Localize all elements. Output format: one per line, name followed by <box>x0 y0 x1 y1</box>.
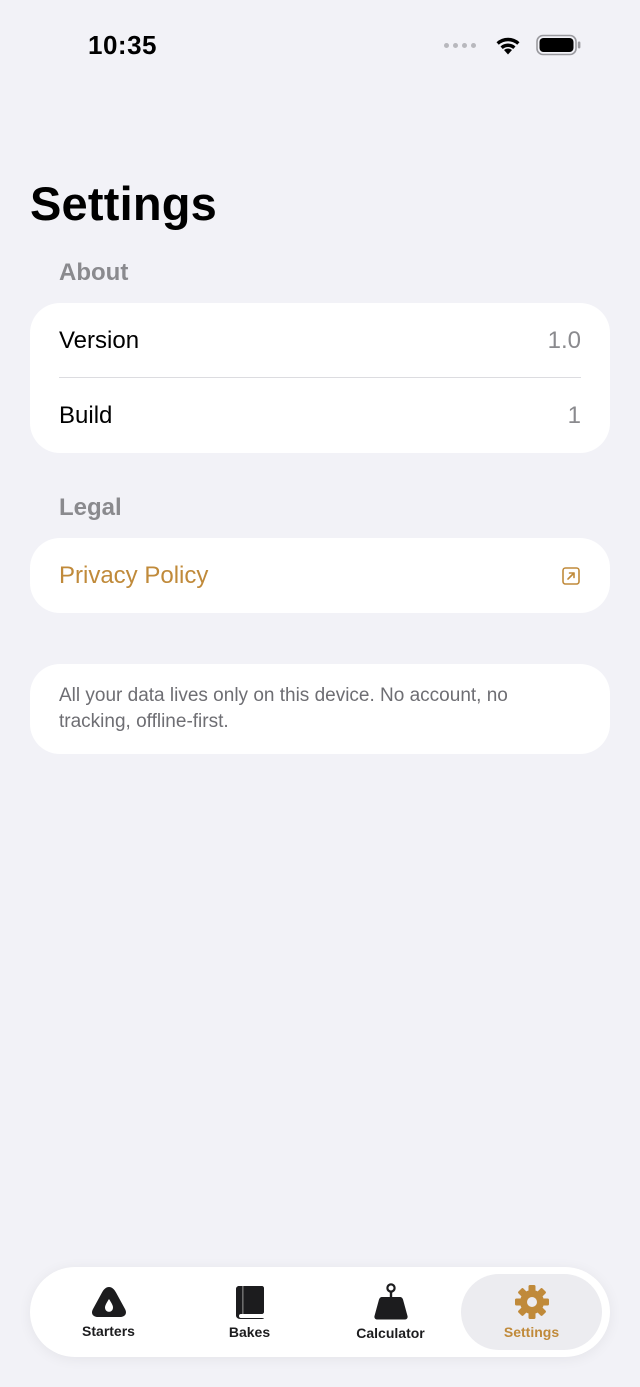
build-value: 1 <box>567 401 581 429</box>
wifi-icon <box>496 37 520 55</box>
tab-calculator-label: Calculator <box>356 1325 425 1341</box>
drop-icon <box>91 1287 126 1317</box>
tab-bakes-label: Bakes <box>228 1324 271 1340</box>
tab-settings[interactable]: Settings <box>461 1274 602 1350</box>
version-value: 1.0 <box>547 326 581 354</box>
about-card: Version 1.0 Build 1 <box>30 303 610 453</box>
book-icon <box>235 1286 264 1319</box>
tab-settings-label: Settings <box>503 1324 560 1340</box>
scale-weight-icon <box>373 1283 408 1320</box>
status-time: 10:35 <box>88 30 157 60</box>
cellular-signal-icon <box>444 42 476 48</box>
privacy-note-text: All your data lives only on this device.… <box>59 685 508 732</box>
build-label: Build <box>59 401 113 429</box>
battery-icon <box>536 34 581 56</box>
tab-starters[interactable]: Starters <box>38 1274 179 1350</box>
build-row: Build 1 <box>30 378 610 453</box>
section-header-legal: Legal <box>59 494 122 521</box>
tab-calculator[interactable]: Calculator <box>320 1274 461 1350</box>
section-header-about: About <box>59 259 129 286</box>
privacy-policy-row[interactable]: Privacy Policy <box>30 538 610 613</box>
gear-icon <box>514 1285 549 1319</box>
page-title: Settings <box>30 177 218 230</box>
external-link-icon <box>562 566 580 585</box>
status-icons <box>444 34 582 56</box>
privacy-note-card: All your data lives only on this device.… <box>30 664 610 754</box>
privacy-policy-label[interactable]: Privacy Policy <box>59 562 208 590</box>
legal-card: Privacy Policy <box>30 538 610 613</box>
settings-screen: 10:35 Settings About Version 1.0 Build 1… <box>0 0 640 1387</box>
tab-starters-label: Starters <box>82 1323 135 1339</box>
version-row: Version 1.0 <box>30 303 610 378</box>
tab-bar: Starters Bakes Calculator Settings <box>30 1267 610 1357</box>
tab-bakes[interactable]: Bakes <box>179 1274 320 1350</box>
status-bar: 10:35 <box>0 0 640 94</box>
version-label: Version <box>59 326 140 354</box>
